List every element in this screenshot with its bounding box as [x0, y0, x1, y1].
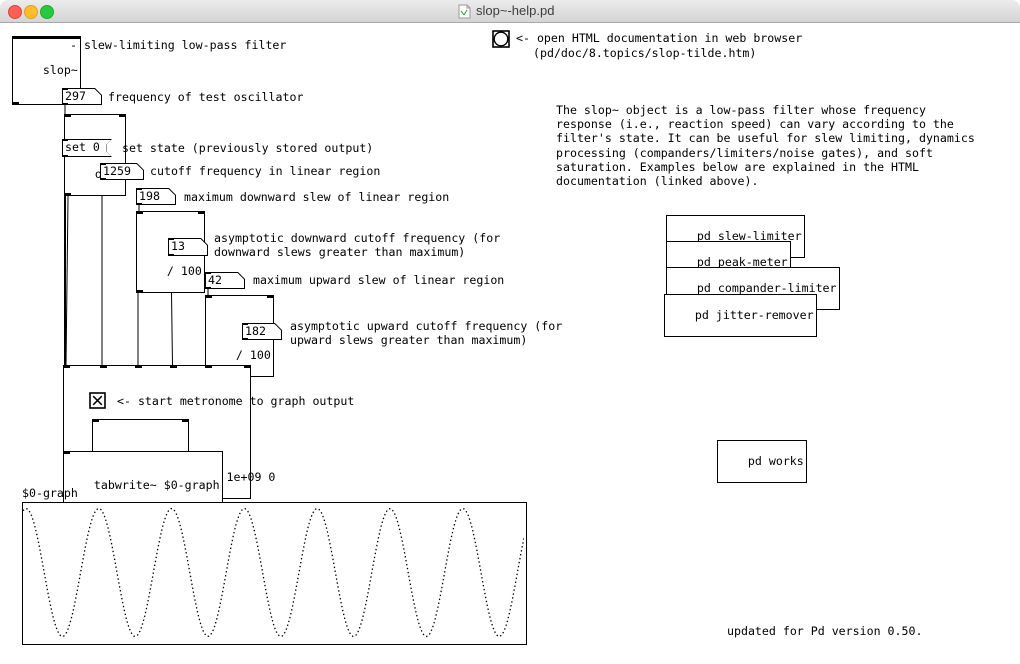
inlet-nub [135, 365, 142, 368]
number-value: 198 [139, 190, 160, 203]
frequency-comment: frequency of test oscillator [108, 90, 303, 104]
outlet-nub [12, 102, 19, 105]
metronome-comment: <- start metronome to graph output [117, 394, 354, 408]
bang-button-open-docs[interactable] [492, 30, 510, 48]
number-value: 297 [65, 90, 86, 103]
inlet-nub [119, 114, 126, 117]
inlet-nub [267, 295, 274, 298]
inlet-nub [244, 365, 251, 368]
inlet-nub [205, 295, 212, 298]
number-box-down-asym[interactable]: 13 [168, 238, 208, 256]
inlet-nub [198, 211, 205, 214]
version-note: updated for Pd version 0.50. [727, 624, 922, 638]
object-label: pd compander-limiter [697, 281, 837, 295]
tagline-comment: - slew-limiting low-pass filter [70, 38, 286, 52]
number-box-up-asym[interactable]: 182 [242, 323, 282, 340]
doc-comment-line2: (pd/doc/8.topics/slop-tilde.htm) [533, 46, 756, 60]
doc-comment-line1: <- open HTML documentation in web browse… [516, 31, 802, 45]
inlet-nub [64, 114, 71, 117]
object-label: / 100 [236, 348, 271, 362]
down-asym-comment: asymptotic downward cutoff frequency (fo… [214, 231, 500, 259]
inlet-nub [170, 365, 177, 368]
inlet-nub [136, 211, 143, 214]
cutoff-comment: cutoff frequency in linear region [150, 164, 380, 178]
outlet-nub [136, 290, 143, 293]
number-value: 1259 [103, 165, 131, 178]
number-value: 182 [245, 325, 266, 338]
number-value: 13 [171, 240, 185, 253]
number-box-cutoff[interactable]: 1259 [100, 163, 144, 180]
object-label: slop~ [43, 63, 78, 77]
outlet-nub [64, 193, 71, 196]
number-box-frequency[interactable]: 297 [62, 88, 102, 105]
description-text: The slop~ object is a low-pass filter wh… [556, 103, 975, 188]
inlet-nub [63, 451, 70, 454]
down-slew-comment: maximum downward slew of linear region [184, 190, 449, 204]
set-state-comment: set state (previously stored output) [122, 141, 373, 155]
message-label: set 0 [65, 141, 100, 154]
object-label: tabwrite~ $0-graph [94, 478, 220, 492]
up-slew-comment: maximum upward slew of linear region [253, 273, 504, 287]
number-value: 42 [208, 274, 222, 287]
object-label: / 100 [167, 264, 202, 278]
object-box-tabwrite: tabwrite~ $0-graph [63, 451, 223, 507]
message-box-set-state[interactable]: set 0 [62, 139, 112, 157]
graph-canvas [22, 502, 527, 645]
inlet-nub [205, 365, 212, 368]
subpatch-works[interactable]: pd works [717, 440, 807, 483]
inlet-nub [182, 419, 189, 422]
graph-array-label: $0-graph [22, 486, 78, 500]
number-box-up-slew[interactable]: 42 [205, 272, 245, 289]
inlet-nub [63, 365, 70, 368]
subpatch-jitter-remover[interactable]: pd jitter-remover [664, 294, 817, 337]
inlet-nub [92, 419, 99, 422]
up-asym-comment: asymptotic upward cutoff frequency (for … [290, 319, 562, 347]
toggle-metronome[interactable] [89, 392, 106, 409]
number-box-down-slew[interactable]: 198 [136, 188, 176, 205]
inlet-nub [100, 365, 107, 368]
object-label: pd jitter-remover [695, 308, 814, 322]
pd-patch-window: slop~-help.pd slop~ - slew-limiting low-… [0, 0, 1020, 664]
waveform-plot [23, 503, 524, 642]
object-label: pd works [748, 454, 804, 468]
